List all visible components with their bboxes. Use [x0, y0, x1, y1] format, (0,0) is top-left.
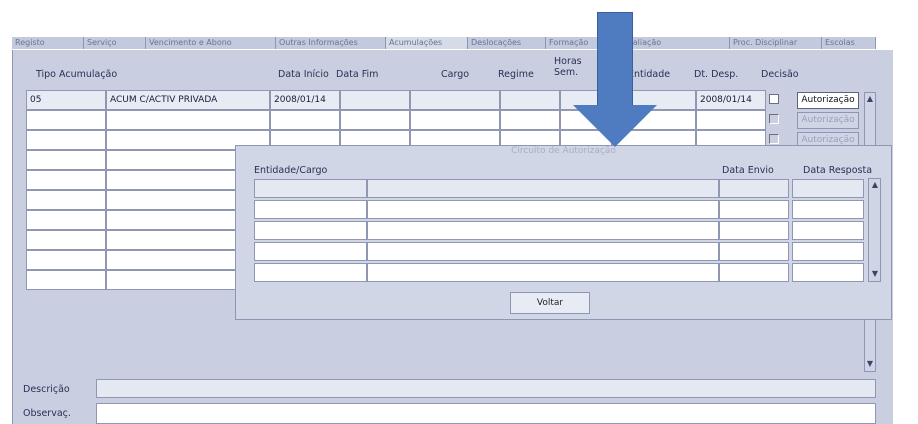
grid-cell[interactable] — [26, 150, 106, 170]
header-horas-sem: Sem. — [554, 67, 579, 78]
dialog-cell[interactable] — [254, 179, 367, 198]
grid-cell[interactable] — [696, 110, 766, 130]
header-data-inicio: Data Início — [278, 69, 329, 80]
circuito-autorizacao-dialog: Circuito de Autorização Entidade/Cargo D… — [235, 145, 892, 320]
dialog-cell[interactable] — [792, 179, 864, 198]
grid-cell[interactable] — [26, 230, 106, 250]
grid-cell[interactable] — [26, 130, 106, 150]
grid-cell[interactable] — [500, 110, 560, 130]
grid-cell[interactable] — [340, 110, 410, 130]
descricao-field[interactable] — [96, 379, 876, 398]
cell-dt-desp[interactable]: 2008/01/14 — [696, 90, 766, 110]
grid-cell[interactable] — [26, 110, 106, 130]
dialog-cell[interactable] — [367, 242, 719, 261]
dialog-cell[interactable] — [254, 263, 367, 282]
header-entidade: Entidade — [628, 69, 671, 80]
dialog-scroll-down-icon[interactable]: ▼ — [870, 269, 880, 279]
dialog-cell[interactable] — [367, 200, 719, 219]
dialog-header-data-envio: Data Envio — [722, 165, 774, 176]
dialog-header-entidade: Entidade/Cargo — [254, 165, 328, 176]
dialog-title: Circuito de Autorização — [511, 146, 616, 156]
scroll-up-icon[interactable]: ▲ — [865, 94, 875, 104]
dialog-cell[interactable] — [792, 242, 864, 261]
decisao-checkbox[interactable] — [769, 134, 779, 144]
cell-regime[interactable] — [500, 90, 560, 110]
dialog-cell[interactable] — [719, 221, 789, 240]
dialog-cell[interactable] — [719, 263, 789, 282]
dialog-header-data-resposta: Data Resposta — [803, 165, 873, 176]
autorizacao-button[interactable]: Autorização — [797, 92, 859, 109]
grid-cell[interactable] — [26, 170, 106, 190]
down-arrow-icon — [573, 105, 657, 147]
tab-avaliacao[interactable]: Avaliação — [620, 37, 730, 49]
grid-cell[interactable] — [270, 110, 340, 130]
dialog-cell[interactable] — [254, 221, 367, 240]
cell-data-fim[interactable] — [340, 90, 410, 110]
voltar-button[interactable]: Voltar — [510, 292, 590, 314]
grid-cell[interactable] — [26, 210, 106, 230]
grid-cell[interactable] — [410, 110, 500, 130]
dialog-cell[interactable] — [792, 221, 864, 240]
dialog-cell[interactable] — [792, 200, 864, 219]
grid-cell[interactable] — [26, 190, 106, 210]
observac-label: Observaç. — [23, 408, 71, 419]
dialog-cell[interactable] — [367, 179, 719, 198]
dialog-cell[interactable] — [719, 242, 789, 261]
header-tipo-acumulacao: Tipo Acumulação — [36, 69, 118, 80]
dialog-cell[interactable] — [254, 200, 367, 219]
tab-vencimento[interactable]: Vencimento e Abono — [146, 37, 276, 49]
tab-registo[interactable]: Registo — [12, 37, 84, 49]
tab-deslocacoes[interactable]: Deslocações — [468, 37, 546, 49]
tab-strip: Registo Serviço Vencimento e Abono Outra… — [12, 37, 876, 49]
dialog-cell[interactable] — [367, 263, 719, 282]
grid-cell[interactable] — [106, 110, 270, 130]
cell-data-inicio[interactable]: 2008/01/14 — [270, 90, 340, 110]
decisao-checkbox[interactable] — [769, 94, 779, 104]
header-cargo: Cargo — [441, 69, 470, 80]
header-regime: Regime — [498, 69, 534, 80]
dialog-cell[interactable] — [792, 263, 864, 282]
observac-field[interactable] — [96, 403, 876, 424]
dialog-scrollbar[interactable]: ▲ ▼ — [868, 178, 881, 282]
dialog-cell[interactable] — [719, 200, 789, 219]
tab-servico[interactable]: Serviço — [84, 37, 146, 49]
dialog-scroll-up-icon[interactable]: ▲ — [870, 180, 880, 190]
cell-cargo[interactable] — [410, 90, 500, 110]
tab-proc-disciplinar[interactable]: Proc. Disciplinar — [730, 37, 822, 49]
grid-cell[interactable] — [26, 270, 106, 290]
down-arrow-shaft — [597, 12, 633, 107]
cell-code[interactable]: 05 — [26, 90, 106, 110]
header-dt-desp: Dt. Desp. — [694, 69, 739, 80]
autorizacao-button[interactable]: Autorização — [797, 112, 859, 129]
header-horas: Horas — [554, 56, 582, 67]
dialog-cell[interactable] — [719, 179, 789, 198]
grid-cell[interactable] — [26, 250, 106, 270]
cell-tipo[interactable]: ACUM C/ACTIV PRIVADA — [106, 90, 270, 110]
scroll-down-icon[interactable]: ▼ — [865, 359, 875, 369]
dialog-cell[interactable] — [254, 242, 367, 261]
tab-acumulacoes[interactable]: Acumulações — [386, 37, 468, 49]
tab-escolas[interactable]: Escolas — [822, 37, 876, 49]
tab-outras-informacoes[interactable]: Outras Informações — [276, 37, 386, 49]
header-data-fim: Data Fim — [336, 69, 379, 80]
decisao-checkbox[interactable] — [769, 114, 779, 124]
dialog-cell[interactable] — [367, 221, 719, 240]
descricao-label: Descrição — [23, 384, 70, 395]
header-decisao: Decisão — [761, 69, 799, 80]
